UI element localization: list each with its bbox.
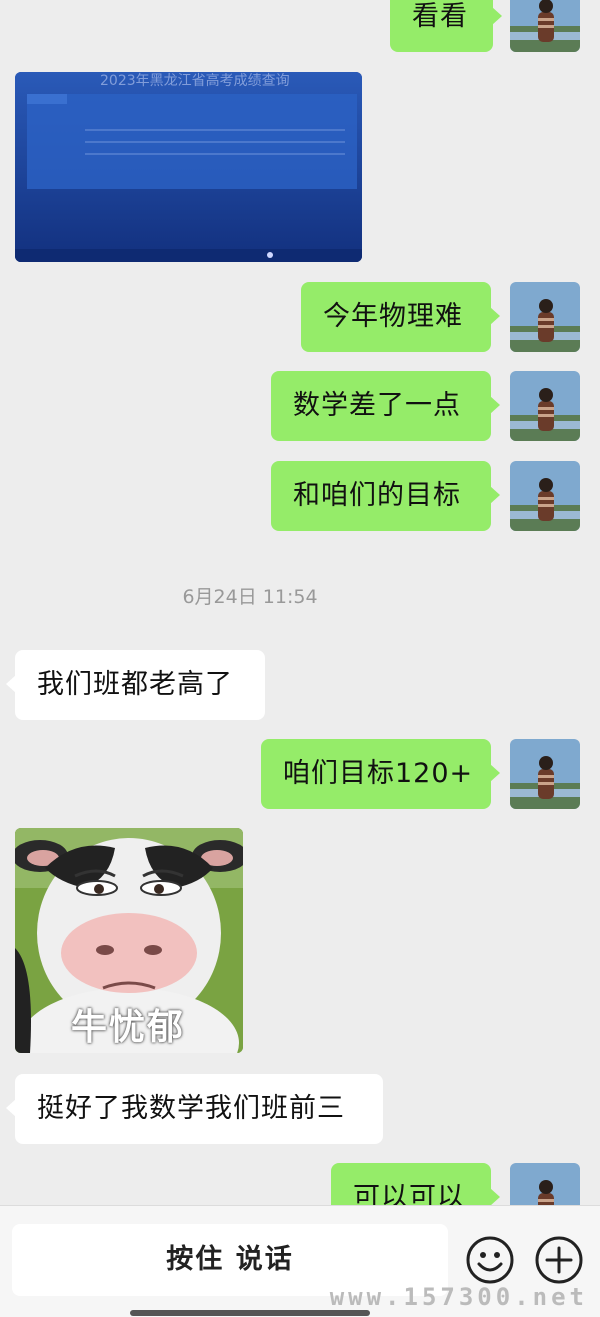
screen-photo-image[interactable]: 2023年黑龙江省高考成绩查询 [15,72,362,262]
screen-photo-title: 2023年黑龙江省高考成绩查询 [100,73,290,89]
avatar[interactable] [510,1163,580,1205]
sent-message[interactable]: 可以可以 [331,1163,500,1205]
avatar[interactable] [510,371,580,441]
more-actions-button[interactable] [533,1234,585,1286]
monitor-photo [15,72,362,262]
avatar-icon [510,1163,580,1205]
home-indicator [130,1310,370,1316]
avatar[interactable] [510,282,580,352]
watermark: www.157300.net [329,1283,588,1311]
received-message[interactable]: 我们班都老高了 [6,650,265,720]
sent-message[interactable]: 数学差了一点 [271,371,500,441]
message-text: 和咱们的目标 [293,480,461,511]
sent-message[interactable]: 咱们目标120+ [261,739,500,809]
sticker-caption: 牛忧郁 [71,1007,186,1048]
avatar[interactable] [510,739,580,809]
message-text: 可以可以 [353,1182,465,1205]
avatar[interactable] [510,0,580,52]
plus-icon [535,1236,583,1284]
sent-message[interactable]: 和咱们的目标 [271,461,500,531]
avatar[interactable] [510,461,580,531]
emoji-icon [466,1236,514,1284]
message-text: 咱们目标120+ [283,758,474,789]
received-message[interactable]: 挺好了我数学我们班前三 [6,1074,383,1144]
avatar-icon [510,461,580,531]
sent-message[interactable]: 今年物理难 [301,282,500,352]
avatar-icon [510,371,580,441]
message-text: 数学差了一点 [293,390,461,421]
cow-sticker-image[interactable]: 牛忧郁 [15,828,243,1053]
message-text: 挺好了我数学我们班前三 [37,1093,345,1124]
message-text: 看看 [412,1,468,32]
chat-area[interactable]: 看看 2023年黑龙江省高考成绩查询 今年物理难 数学差了一点 和咱们的目标 6… [0,0,600,1205]
message-text: 今年物理难 [323,301,463,332]
sent-message[interactable]: 看看 [390,0,502,52]
avatar-icon [510,739,580,809]
message-text: 我们班都老高了 [37,669,233,700]
avatar-icon [510,282,580,352]
avatar-icon [510,0,580,52]
message-timestamp: 6月24日 11:54 [182,586,318,608]
emoji-button[interactable] [464,1234,516,1286]
